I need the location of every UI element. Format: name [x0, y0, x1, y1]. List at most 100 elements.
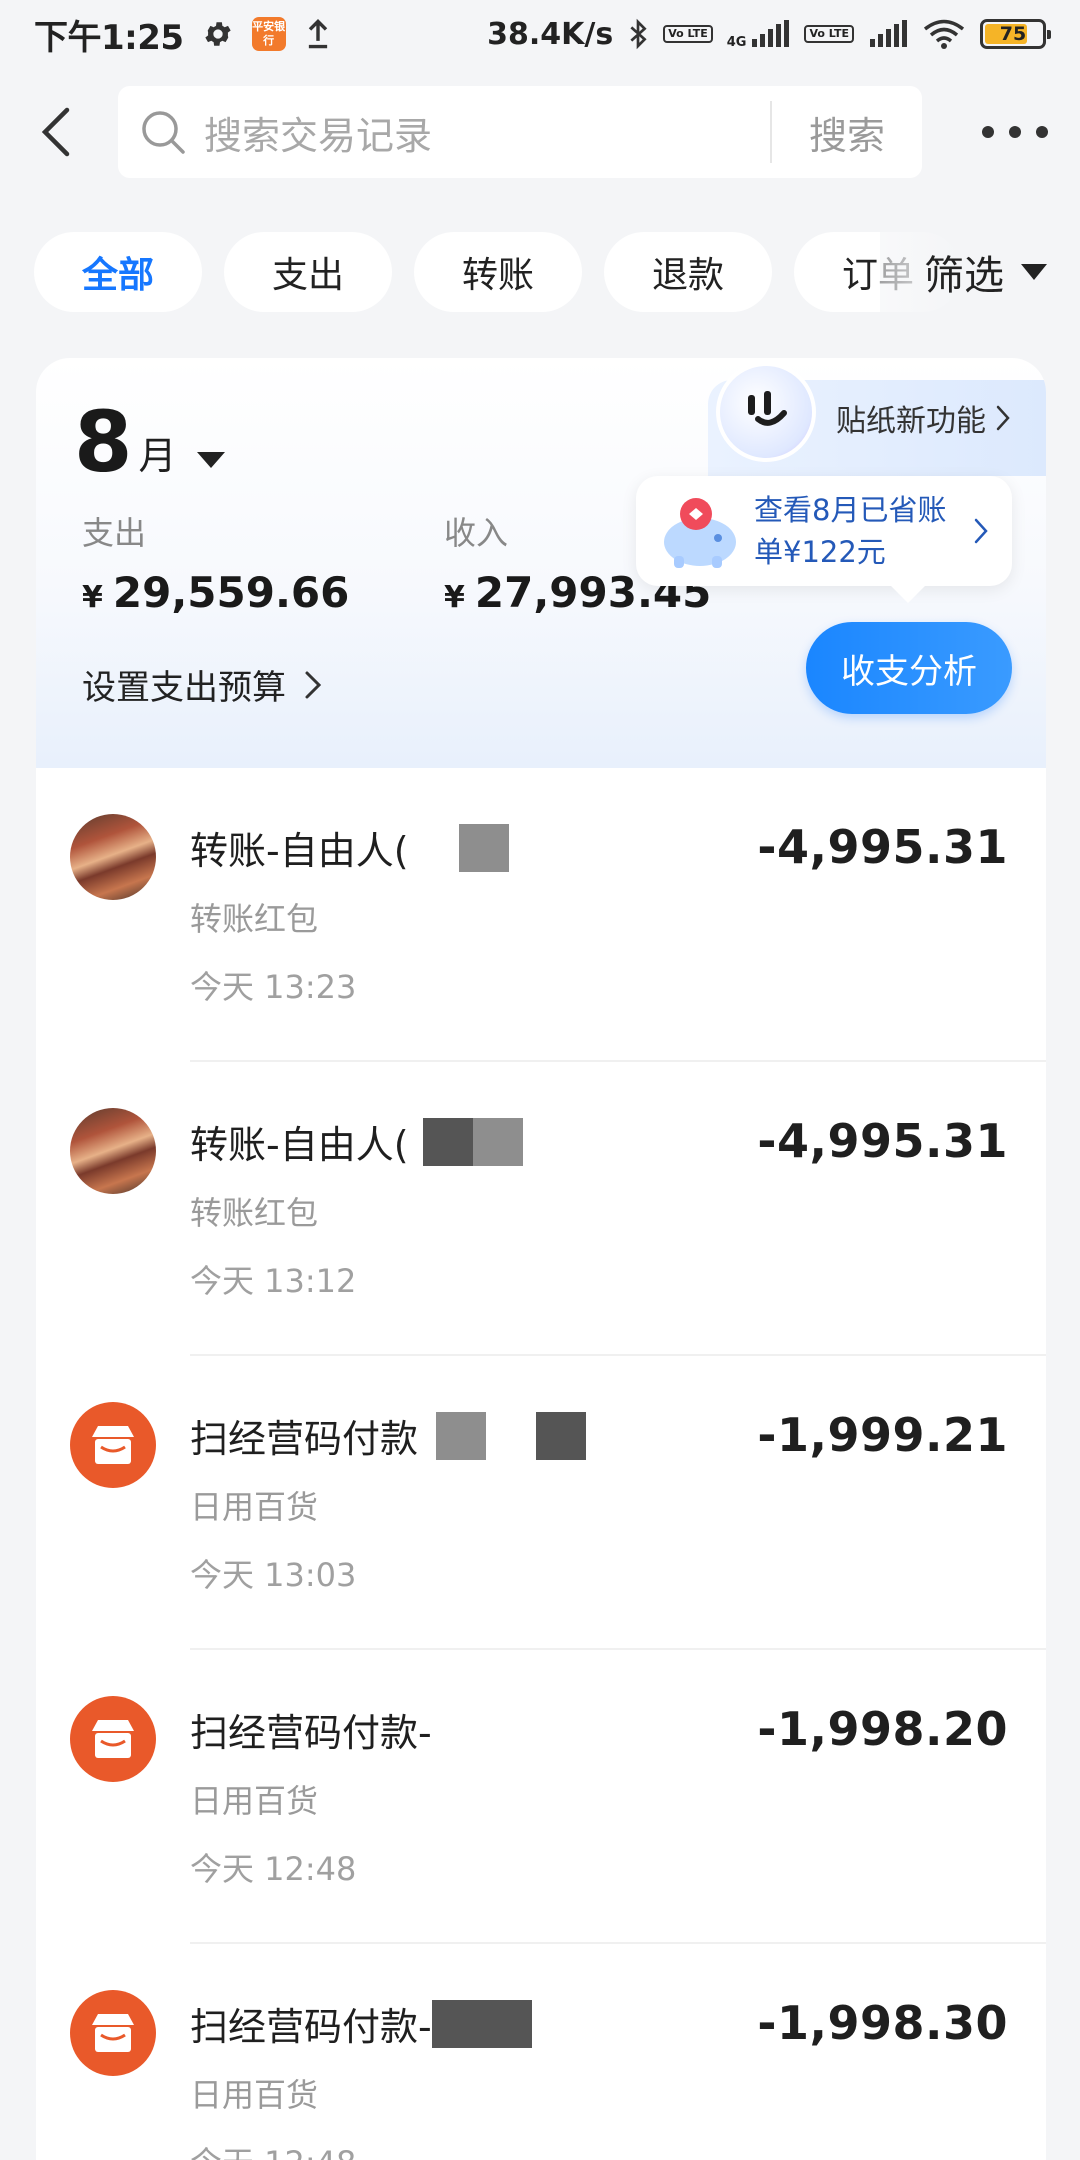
bank-app-icon: 平安银行 — [251, 17, 286, 51]
transaction-amount: -4,995.31 — [757, 820, 1008, 874]
contact-avatar — [70, 814, 156, 900]
savings-text: 查看8月已省账 单¥122元 — [754, 489, 968, 573]
transaction-time: 今天 13:12 — [190, 1262, 357, 1300]
dot-icon — [1036, 126, 1048, 138]
currency-symbol: ¥ — [82, 580, 103, 615]
set-budget-link[interactable]: 设置支出预算 — [82, 660, 322, 709]
transaction-row[interactable]: 扫经营码付款- 日用百货 今天 12:48 -1,998.20 — [36, 1650, 1046, 1944]
transaction-title: 转账-自由人( — [190, 1114, 523, 1169]
dot-icon — [982, 126, 994, 138]
tab-refund[interactable]: 退款 — [604, 232, 772, 312]
savings-line-1: 查看8月已省账 — [754, 493, 947, 527]
redacted-block — [431, 1999, 532, 2048]
shop-icon — [92, 2014, 134, 2052]
transaction-title: 转账-自由人( — [190, 820, 509, 875]
search-box[interactable]: 搜索交易记录 搜索 — [118, 86, 922, 178]
chevron-right-icon — [996, 405, 1010, 431]
chevron-right-icon — [305, 671, 322, 698]
search-input[interactable]: 搜索交易记录 — [204, 105, 770, 160]
income-expense-analysis-button[interactable]: 收支分析 — [806, 622, 1012, 714]
back-button[interactable] — [28, 102, 84, 162]
transaction-row[interactable]: 扫经营码付款 日用百货 今天 13:03 -1,999.21 — [36, 1356, 1046, 1650]
transaction-category: 转账红包 — [190, 900, 319, 938]
wifi-icon — [923, 19, 965, 49]
transaction-category: 日用百货 — [190, 2076, 319, 2114]
transaction-category: 日用百货 — [190, 1488, 319, 1526]
transaction-title-text: 扫经营码付款- — [190, 2005, 432, 2049]
piggy-bank-icon — [664, 498, 736, 568]
budget-label: 设置支出预算 — [82, 668, 286, 708]
bluetooth-icon — [630, 18, 647, 50]
shop-icon — [92, 1426, 134, 1464]
tab-expense[interactable]: 支出 — [224, 232, 392, 312]
savings-tip[interactable]: 查看8月已省账 单¥122元 — [636, 476, 1012, 586]
search-button[interactable]: 搜索 — [772, 105, 922, 160]
signal-gen-label: 4G — [726, 34, 747, 50]
sticker-avatar[interactable] — [716, 362, 816, 462]
transaction-title-text: 转账-自由人( — [190, 1123, 409, 1167]
expense-stat: 支出 ¥29,559.66 — [82, 508, 349, 617]
redacted-block — [458, 823, 509, 872]
expense-total: ¥29,559.66 — [82, 568, 349, 617]
transaction-time: 今天 12:48 — [190, 2138, 356, 2160]
chevron-left-icon — [41, 107, 70, 157]
smiley-sticker-icon — [748, 391, 787, 426]
currency-symbol: ¥ — [444, 580, 465, 615]
status-time: 下午1:25 — [34, 17, 184, 58]
transaction-amount: -1,998.30 — [757, 1996, 1008, 2050]
transaction-list: 转账-自由人( 转账红包 今天 13:23 -4,995.31 转账-自由人( … — [36, 768, 1046, 2160]
sticker-label: 贴纸新功能 — [836, 404, 986, 439]
more-options-button[interactable] — [982, 112, 1048, 152]
transaction-time: 今天 13:23 — [190, 968, 357, 1006]
caret-down-icon — [1021, 264, 1047, 280]
redacted-block — [536, 1411, 587, 1460]
transaction-category: 日用百货 — [190, 1782, 319, 1820]
filter-button[interactable]: 筛选 — [880, 230, 1080, 314]
merchant-avatar — [70, 1402, 156, 1488]
battery-icon: 75 — [980, 19, 1051, 49]
status-bar: 下午1:25 平安银行 38.4K/s Vo LTE 4G Vo LTE 75 — [0, 0, 1080, 68]
transaction-title: 扫经营码付款- — [190, 1996, 532, 2051]
merchant-avatar — [70, 1990, 156, 2076]
header: 搜索交易记录 搜索 — [0, 82, 1080, 182]
filter-label: 筛选 — [924, 253, 1004, 299]
signal-icon-2 — [870, 20, 907, 47]
transaction-amount: -1,998.20 — [757, 1702, 1008, 1756]
shop-icon — [92, 1720, 134, 1758]
upload-icon — [308, 19, 327, 49]
battery-level: 75 — [999, 23, 1027, 45]
month-selector[interactable]: 8 月 — [74, 400, 226, 484]
transaction-title-text: 转账-自由人( — [190, 829, 409, 873]
sticker-feature-link[interactable]: 贴纸新功能 — [836, 396, 1010, 440]
dot-icon — [1009, 126, 1021, 138]
transaction-title-text: 扫经营码付款- — [190, 1711, 432, 1755]
transaction-row[interactable]: 扫经营码付款- 日用百货 今天 12:48 -1,998.30 — [36, 1944, 1046, 2160]
transaction-amount: -1,999.21 — [757, 1408, 1008, 1462]
expense-label: 支出 — [82, 514, 147, 552]
volte-badge-2: Vo LTE — [804, 25, 854, 43]
transaction-time: 今天 13:03 — [190, 1556, 357, 1594]
tab-transfer[interactable]: 转账 — [414, 232, 582, 312]
month-unit: 月 — [138, 434, 177, 478]
filter-tabs: 全部 支出 转账 退款 订单 筛选 — [0, 230, 1080, 314]
redacted-block — [436, 1411, 487, 1460]
redacted-block — [472, 1117, 523, 1166]
transaction-row[interactable]: 转账-自由人( 转账红包 今天 13:12 -4,995.31 — [36, 1062, 1046, 1356]
transaction-title: 扫经营码付款- — [190, 1702, 432, 1757]
tab-all[interactable]: 全部 — [34, 232, 202, 312]
month-number: 8 — [74, 393, 133, 491]
transaction-title: 扫经营码付款 — [190, 1408, 587, 1463]
transaction-time: 今天 12:48 — [190, 1850, 357, 1888]
transaction-category: 转账红包 — [190, 1194, 319, 1232]
contact-avatar — [70, 1108, 156, 1194]
redacted-block — [422, 1117, 473, 1166]
transaction-amount: -4,995.31 — [757, 1114, 1008, 1168]
volte-badge: Vo LTE — [663, 25, 713, 43]
signal-icon — [752, 20, 790, 47]
chevron-right-icon — [974, 518, 988, 544]
gear-icon — [204, 22, 231, 46]
caret-down-icon — [197, 452, 226, 468]
search-icon — [142, 111, 185, 154]
transaction-row[interactable]: 转账-自由人( 转账红包 今天 13:23 -4,995.31 — [36, 768, 1046, 1062]
network-speed: 38.4K/s — [487, 16, 614, 52]
